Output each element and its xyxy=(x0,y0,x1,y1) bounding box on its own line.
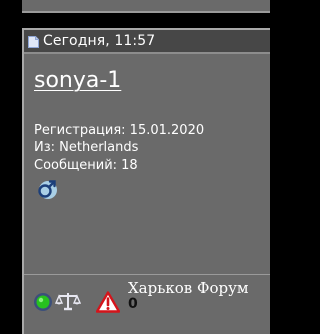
post-footer-divider xyxy=(24,274,270,275)
previous-post-panel xyxy=(22,0,270,13)
username-link[interactable]: sonya-1 xyxy=(34,68,121,93)
post-date: Сегодня, 11:57 xyxy=(43,33,156,49)
forum-post: Сегодня, 11:57 sonya-1 Регистрация: 15.0… xyxy=(22,28,270,334)
warning-icon[interactable] xyxy=(96,291,120,313)
forum-name: Харьков Форум xyxy=(128,279,249,297)
male-icon xyxy=(38,180,57,199)
page-frame: Сегодня, 11:57 sonya-1 Регистрация: 15.0… xyxy=(0,0,270,334)
registration-date: Регистрация: 15.01.2020 xyxy=(34,123,205,138)
message-count: Сообщений: 18 xyxy=(34,158,138,173)
user-location: Из: Netherlands xyxy=(34,140,139,155)
page-icon xyxy=(28,36,39,48)
online-icon xyxy=(34,293,52,311)
post-counter: 0 xyxy=(128,296,138,312)
post-header: Сегодня, 11:57 xyxy=(24,30,270,54)
scales-icon[interactable] xyxy=(55,290,81,312)
